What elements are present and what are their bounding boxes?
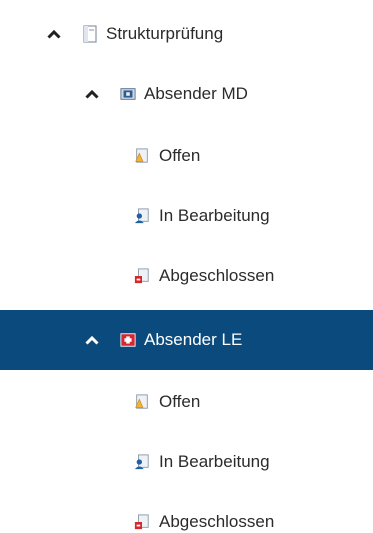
tree-node-label: Absender LE xyxy=(144,330,243,349)
open-status-icon xyxy=(134,394,150,410)
tree-node-absender-md[interactable]: Absender MD xyxy=(0,64,373,124)
completed-icon xyxy=(134,268,150,284)
tree-node-strukturpruefung[interactable]: Strukturprüfung xyxy=(0,4,373,64)
in-progress-icon xyxy=(134,208,150,224)
open-status-icon xyxy=(134,148,150,164)
md-sender-icon xyxy=(120,86,136,102)
le-sender-icon xyxy=(120,332,136,348)
tree-node-absender-le[interactable]: Absender LE xyxy=(0,310,373,370)
tree-node-label: Offen xyxy=(159,392,201,411)
tree-node-label: Abgeschlossen xyxy=(159,266,275,285)
tree-node-label: Strukturprüfung xyxy=(106,24,224,43)
tree-node-label: Abgeschlossen xyxy=(159,512,275,531)
tree-node-label: Offen xyxy=(159,146,201,165)
tree-node-label: Absender MD xyxy=(144,84,248,103)
tree-node-le-in-bearbeitung[interactable]: In Bearbeitung xyxy=(0,432,373,492)
chevron-up-icon[interactable] xyxy=(46,26,62,42)
chevron-up-icon[interactable] xyxy=(84,332,100,348)
tree-node-label: In Bearbeitung xyxy=(159,452,270,471)
tree-node-md-offen[interactable]: Offen xyxy=(0,126,373,186)
chevron-up-icon[interactable] xyxy=(84,86,100,102)
tree-node-le-offen[interactable]: Offen xyxy=(0,372,373,432)
document-icon xyxy=(82,25,98,43)
tree-node-md-in-bearbeitung[interactable]: In Bearbeitung xyxy=(0,186,373,246)
completed-icon xyxy=(134,514,150,530)
in-progress-icon xyxy=(134,454,150,470)
tree-view: Strukturprüfung Absender MD Offen In Bea… xyxy=(0,0,373,533)
tree-node-label: In Bearbeitung xyxy=(159,206,270,225)
tree-node-le-abgeschlossen[interactable]: Abgeschlossen xyxy=(0,492,373,533)
tree-node-md-abgeschlossen[interactable]: Abgeschlossen xyxy=(0,246,373,306)
